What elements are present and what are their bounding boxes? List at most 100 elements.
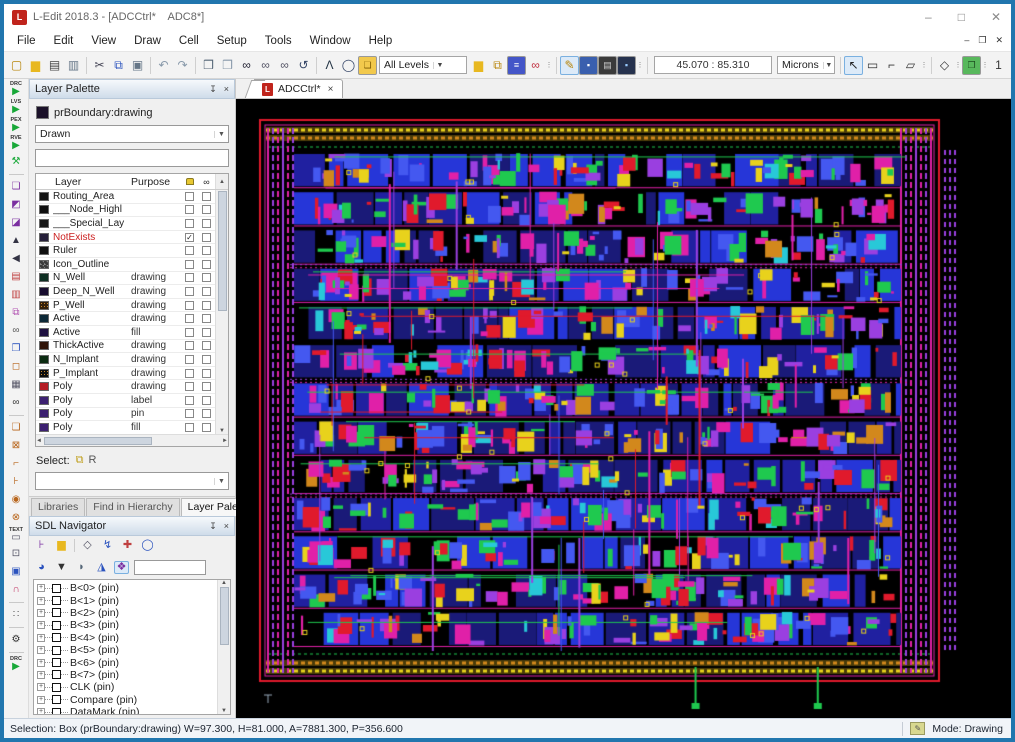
pick-tool-button[interactable]: ↺	[294, 56, 313, 75]
sdl-hierarchy-icon[interactable]: ⊦	[34, 540, 49, 551]
toolbar-overflow[interactable]: ⋮	[954, 56, 962, 75]
maximize-button[interactable]: □	[958, 10, 965, 24]
layer-hide-checkbox[interactable]	[198, 300, 215, 310]
group-button[interactable]: ⧉	[6, 304, 27, 321]
layer-lock-checkbox[interactable]	[181, 246, 198, 256]
sdl-engine-icon[interactable]: ◕	[34, 562, 49, 573]
layer-filter-select[interactable]: Drawn ▼	[35, 125, 229, 143]
layer-search-input[interactable]	[35, 149, 229, 167]
layer-row[interactable]: Active drawing	[36, 312, 215, 326]
toolbar-overflow[interactable]: ⋮	[920, 56, 928, 75]
close-panel-icon[interactable]: ×	[224, 521, 229, 532]
tree-node[interactable]: + B<1> (pin)	[37, 594, 217, 607]
tree-node[interactable]: + Compare (pin)	[37, 694, 217, 706]
tree-node-checkbox[interactable]	[52, 583, 61, 593]
port-tool-button[interactable]: ◇	[935, 56, 954, 75]
layer-row[interactable]: ___Node_Highl	[36, 204, 215, 218]
polygon45-tool-button[interactable]: ▱	[901, 56, 920, 75]
layer-row[interactable]: ThickActive drawing	[36, 340, 215, 354]
print-button[interactable]: ▥	[64, 56, 83, 75]
layer-hide-checkbox[interactable]	[198, 286, 215, 296]
mdi-minimize-button[interactable]: –	[964, 35, 969, 46]
text-tool-button[interactable]: TEXT ▭	[6, 527, 27, 544]
layer-hide-checkbox[interactable]	[198, 422, 215, 432]
instance-tool-button[interactable]: ❒	[962, 55, 981, 75]
expand-icon[interactable]: +	[37, 658, 45, 667]
box-tool-button[interactable]: ▭	[863, 56, 882, 75]
layer-hide-checkbox[interactable]	[198, 395, 215, 405]
hierarchy-depth-button[interactable]: 1	[989, 56, 1008, 75]
layer-lock-checkbox[interactable]	[181, 395, 198, 405]
select-layers-icon[interactable]: ⧉	[76, 454, 84, 466]
layer-hide-checkbox[interactable]	[198, 327, 215, 337]
layer-lock-checkbox[interactable]	[181, 191, 198, 201]
layer-row[interactable]: Ruler	[36, 244, 215, 258]
find-overlaps-button[interactable]: ∞	[6, 322, 27, 339]
redo-button[interactable]: ↷	[173, 56, 192, 75]
menu-setup[interactable]: Setup	[208, 33, 256, 49]
rve-run-button[interactable]: RVE ▶	[6, 135, 27, 152]
menu-file[interactable]: File	[8, 33, 45, 49]
cascade-windows-button[interactable]: ❒	[218, 56, 237, 75]
find-button[interactable]: ∞	[237, 56, 256, 75]
delete-vertex-button[interactable]: ⊗	[6, 509, 27, 526]
sdl-route-icon[interactable]: ↯	[100, 540, 115, 551]
tree-node[interactable]: + B<2> (pin)	[37, 607, 217, 619]
layer-table-hscrollbar[interactable]: ◄ ►	[36, 434, 228, 446]
calibre-tools-button[interactable]: ⚒	[6, 153, 27, 170]
sdl-probe-icon[interactable]: ◗	[74, 562, 89, 573]
view-goggles-button[interactable]: ∞	[6, 394, 27, 411]
port-box-button[interactable]: ⊡	[6, 545, 27, 562]
copy-button[interactable]: ⧉	[109, 56, 128, 75]
replace-layer-icon[interactable]: R	[89, 454, 97, 466]
toolbar-overflow[interactable]: ⋮	[1008, 56, 1012, 75]
layer-hide-checkbox[interactable]	[198, 218, 215, 228]
flip-horizontal-button[interactable]: ◀	[6, 250, 27, 267]
align-vertical-button[interactable]: ▥	[6, 286, 27, 303]
expand-icon[interactable]: +	[37, 646, 45, 655]
tree-node[interactable]: + B<0> (pin)	[37, 582, 217, 594]
sdl-tree-scrollbar[interactable]: ▲ ▼	[217, 580, 230, 714]
tree-node-checkbox[interactable]	[52, 670, 61, 680]
stretch-button[interactable]: ⊦	[6, 473, 27, 490]
layer-column-header[interactable]: Layer	[36, 176, 131, 188]
tree-node[interactable]: + B<7> (pin)	[37, 669, 217, 681]
layer-hide-checkbox[interactable]	[198, 246, 215, 256]
tree-node-checkbox[interactable]	[52, 608, 61, 618]
expand-icon[interactable]: +	[37, 670, 45, 679]
expand-icon[interactable]: +	[37, 584, 45, 593]
layer-row[interactable]: NotExists ✓	[36, 231, 215, 245]
layer-lock-checkbox[interactable]	[181, 409, 198, 419]
menu-tools[interactable]: Tools	[256, 33, 301, 49]
layer-scroll-up[interactable]: ▲	[215, 174, 228, 189]
close-view-button[interactable]: ▪	[617, 55, 636, 75]
layer-palette-button[interactable]: ❏	[358, 55, 377, 75]
merge-objects-button[interactable]: ❏	[6, 178, 27, 195]
zoom-tool-button[interactable]: ◯	[339, 56, 358, 75]
close-panel-icon[interactable]: ×	[224, 84, 229, 95]
save-library-button[interactable]: ▤	[45, 56, 64, 75]
layer-hide-checkbox[interactable]	[198, 273, 215, 283]
layer-hide-checkbox[interactable]	[198, 232, 215, 242]
label-tool-button[interactable]: ▣	[6, 563, 27, 580]
layer-row[interactable]: P_Well drawing	[36, 299, 215, 313]
layer-row[interactable]: N_Implant drawing	[36, 353, 215, 367]
layer-row[interactable]: Icon_Outline	[36, 258, 215, 272]
tree-node-checkbox[interactable]	[52, 633, 61, 643]
undo-button[interactable]: ↶	[154, 56, 173, 75]
polygon-tool-button[interactable]: ⌐	[882, 56, 901, 75]
view-levels-select[interactable]: All Levels ▼	[379, 56, 467, 74]
open-file-button[interactable]: ▆	[26, 56, 45, 75]
paste-button[interactable]: ▣	[128, 56, 147, 75]
toolbar-overflow[interactable]: ⋮	[636, 56, 644, 75]
toolbar-overflow[interactable]: ⋮	[545, 56, 553, 75]
close-button[interactable]: ✕	[991, 10, 1001, 24]
settings-gear-button[interactable]: ⚙	[6, 631, 27, 648]
layer-lock-checkbox[interactable]	[181, 300, 198, 310]
sdl-filter-input[interactable]	[134, 560, 206, 575]
menu-help[interactable]: Help	[360, 33, 402, 49]
sdl-zoom-icon[interactable]: ◯	[140, 540, 155, 551]
layer-hide-checkbox[interactable]	[198, 205, 215, 215]
layer-row[interactable]: Poly pin	[36, 408, 215, 422]
tree-node-checkbox[interactable]	[52, 645, 61, 655]
